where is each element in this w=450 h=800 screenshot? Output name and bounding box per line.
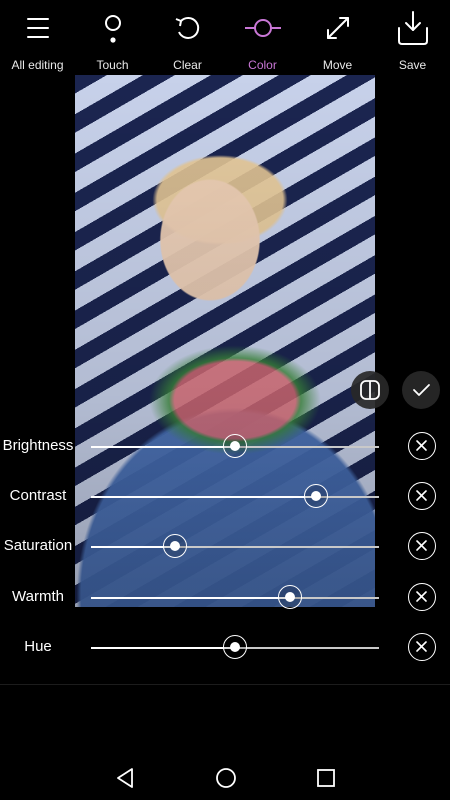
hue-label: Hue	[24, 638, 52, 655]
tool-save[interactable]: Save	[375, 0, 450, 78]
adjust-row-warmth: Warmth	[0, 578, 450, 618]
save-icon	[393, 8, 433, 48]
tool-label: All editing	[11, 58, 64, 72]
navigation-bar	[0, 752, 450, 800]
color-icon	[243, 8, 283, 48]
saturation-label: Saturation	[3, 537, 73, 554]
contrast-slider-thumb[interactable]	[303, 484, 328, 508]
tool-label: Save	[398, 58, 427, 72]
tool-move[interactable]: Move	[300, 0, 375, 78]
tool-touch[interactable]: Touch	[75, 0, 150, 78]
brightness-slider-thumb[interactable]	[223, 434, 247, 458]
close-icon	[416, 490, 427, 501]
tool-clear[interactable]: Clear	[150, 0, 225, 78]
saturation-reset-button[interactable]	[408, 532, 436, 560]
adjust-row-contrast: Contrast	[0, 477, 450, 517]
recents-square-icon	[317, 769, 335, 787]
close-icon	[416, 641, 427, 652]
tool-label: Move	[322, 58, 353, 72]
contrast-fill	[91, 496, 316, 498]
hue-fill	[91, 647, 235, 649]
menu-icon	[18, 8, 58, 48]
compare-icon	[360, 380, 380, 400]
saturation-fill	[91, 546, 175, 548]
tool-all-editing[interactable]: All editing	[0, 0, 75, 78]
adjust-row-brightness: Brightness	[0, 427, 450, 467]
tool-label: Color	[248, 58, 277, 72]
recents-button[interactable]	[314, 766, 338, 790]
warmth-label: Warmth	[12, 588, 64, 605]
warmth-slider-thumb[interactable]	[277, 585, 302, 609]
close-icon	[416, 440, 427, 451]
contrast-label: Contrast	[9, 487, 67, 504]
hue-reset-button[interactable]	[408, 633, 436, 661]
brightness-fill	[91, 446, 235, 448]
warmth-track[interactable]	[91, 597, 379, 599]
tool-label: Touch	[96, 58, 129, 72]
contrast-reset-button[interactable]	[408, 482, 436, 510]
undo-icon	[168, 8, 208, 48]
divider	[0, 684, 450, 685]
home-button[interactable]	[214, 766, 238, 790]
back-triangle-icon	[117, 768, 133, 788]
expand-icon	[318, 8, 358, 48]
check-icon	[413, 384, 430, 396]
warmth-fill	[91, 597, 290, 599]
tool-color[interactable]: Color	[225, 0, 300, 78]
warmth-reset-button[interactable]	[408, 583, 436, 611]
home-circle-icon	[216, 768, 236, 788]
saturation-slider-thumb[interactable]	[162, 534, 187, 558]
brightness-reset-button[interactable]	[408, 432, 436, 460]
close-icon	[416, 540, 427, 551]
adjust-row-saturation: Saturation	[0, 527, 450, 567]
back-button[interactable]	[114, 766, 138, 790]
hue-slider-thumb[interactable]	[223, 635, 247, 659]
compare-button[interactable]	[351, 371, 389, 409]
close-icon	[416, 591, 427, 602]
saturation-track[interactable]	[91, 546, 379, 548]
tool-label: Clear	[173, 58, 202, 72]
top-toolbar: All editing Touch Clear Color Move Save	[0, 0, 450, 78]
adjust-row-hue: Hue	[0, 628, 450, 668]
touch-icon	[93, 8, 133, 48]
brightness-label: Brightness	[2, 437, 74, 454]
contrast-track[interactable]	[91, 496, 379, 498]
confirm-button[interactable]	[402, 371, 440, 409]
